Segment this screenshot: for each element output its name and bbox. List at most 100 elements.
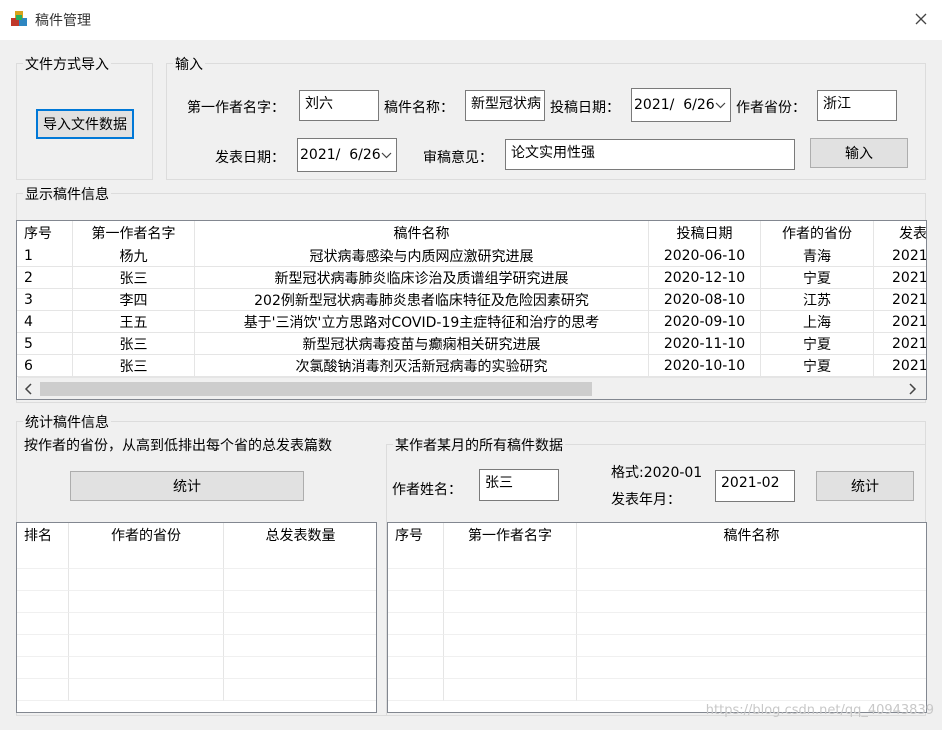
app-cubes-icon bbox=[11, 11, 27, 26]
title-label: 稿件名称： bbox=[384, 100, 454, 116]
cell-province: 宁夏 bbox=[761, 267, 874, 289]
empty-row bbox=[388, 613, 926, 635]
month-articles-grid[interactable]: 序号 第一作者名字 稿件名称 bbox=[387, 522, 927, 713]
province-grid-body bbox=[17, 547, 376, 701]
col-header-province[interactable]: 作者的省份 bbox=[69, 523, 224, 547]
table-row[interactable]: 2 张三 新型冠状病毒肺炎临床诊治及质谱组学研究进展 2020-12-10 宁夏… bbox=[17, 267, 926, 289]
province-stats-grid[interactable]: 排名 作者的省份 总发表数量 bbox=[16, 522, 377, 713]
col-header-rank[interactable]: 排名 bbox=[17, 523, 69, 547]
submit-date-picker[interactable]: 2021/ 6/26 bbox=[631, 88, 731, 122]
import-file-button[interactable]: 导入文件数据 bbox=[36, 109, 134, 139]
province-stats-button[interactable]: 统计 bbox=[70, 471, 304, 501]
format-hint-label: 格式:2020-01 bbox=[611, 465, 703, 481]
cell-author: 张三 bbox=[73, 333, 195, 355]
watermark: https://blog.csdn.net/qq_40943839 bbox=[705, 703, 934, 718]
col-header-title[interactable]: 稿件名称 bbox=[577, 523, 926, 547]
publish-date-value: 2021/ 6/26 bbox=[300, 147, 381, 163]
cell-title: 新型冠状病毒肺炎临床诊治及质谱组学研究进展 bbox=[195, 267, 649, 289]
month-grid-body bbox=[388, 547, 926, 701]
cell-province: 上海 bbox=[761, 311, 874, 333]
input-group-label: 输入 bbox=[173, 54, 205, 74]
publish-month-input[interactable]: 2021-02 bbox=[715, 470, 795, 502]
submit-date-label: 投稿日期： bbox=[550, 100, 620, 116]
cell-index: 5 bbox=[17, 333, 73, 355]
publish-month-label: 发表年月： bbox=[611, 492, 681, 508]
table-row[interactable]: 4 王五 基于'三消饮'立方思路对COVID-19主症特征和治疗的思考 2020… bbox=[17, 311, 926, 333]
scroll-left-icon[interactable] bbox=[23, 383, 35, 395]
chevron-down-icon bbox=[381, 152, 392, 159]
articles-grid-header: 序号 第一作者名字 稿件名称 投稿日期 作者的省份 发表 bbox=[17, 221, 926, 245]
scroll-right-icon[interactable] bbox=[906, 383, 918, 395]
cell-index: 4 bbox=[17, 311, 73, 333]
cell-submit-date: 2020-11-10 bbox=[649, 333, 761, 355]
col-header-title[interactable]: 稿件名称 bbox=[195, 221, 649, 245]
cell-publish: 2021 bbox=[874, 355, 926, 377]
author-label: 第一作者名字： bbox=[187, 100, 285, 116]
title-bar bbox=[0, 0, 942, 40]
col-header-publish[interactable]: 发表 bbox=[874, 221, 926, 245]
empty-row bbox=[388, 569, 926, 591]
scrollbar-thumb[interactable] bbox=[40, 382, 592, 396]
cell-title: 冠状病毒感染与内质网应激研究进展 bbox=[195, 245, 649, 267]
cell-publish: 2021 bbox=[874, 311, 926, 333]
col-header-submit-date[interactable]: 投稿日期 bbox=[649, 221, 761, 245]
col-header-index[interactable]: 序号 bbox=[17, 221, 73, 245]
title-input[interactable]: 新型冠状病 bbox=[465, 90, 545, 121]
cell-publish: 2021 bbox=[874, 245, 926, 267]
cell-submit-date: 2020-06-10 bbox=[649, 245, 761, 267]
cell-author: 张三 bbox=[73, 267, 195, 289]
empty-row bbox=[17, 569, 376, 591]
empty-row bbox=[17, 657, 376, 679]
cell-submit-date: 2020-10-10 bbox=[649, 355, 761, 377]
cell-index: 1 bbox=[17, 245, 73, 267]
author-input[interactable]: 刘六 bbox=[299, 90, 379, 121]
import-group-label: 文件方式导入 bbox=[23, 54, 111, 74]
close-icon[interactable] bbox=[910, 8, 932, 30]
horizontal-scrollbar[interactable] bbox=[18, 377, 926, 399]
table-row[interactable]: 6 张三 次氯酸钠消毒剂灭活新冠病毒的实验研究 2020-10-10 宁夏 20… bbox=[17, 355, 926, 377]
cell-author: 王五 bbox=[73, 311, 195, 333]
cell-publish: 2021 bbox=[874, 267, 926, 289]
month-group-label: 某作者某月的所有稿件数据 bbox=[393, 435, 565, 455]
cell-author: 李四 bbox=[73, 289, 195, 311]
empty-row bbox=[17, 613, 376, 635]
author-name-label: 作者姓名： bbox=[392, 482, 462, 498]
month-stats-button[interactable]: 统计 bbox=[816, 471, 914, 501]
cell-index: 2 bbox=[17, 267, 73, 289]
articles-grid[interactable]: 序号 第一作者名字 稿件名称 投稿日期 作者的省份 发表 1 杨九 冠状病毒感染… bbox=[16, 220, 927, 400]
cell-publish: 2021 bbox=[874, 289, 926, 311]
review-input[interactable]: 论文实用性强 bbox=[505, 139, 795, 170]
month-grid-header: 序号 第一作者名字 稿件名称 bbox=[388, 523, 926, 547]
empty-row bbox=[388, 547, 926, 569]
cell-submit-date: 2020-09-10 bbox=[649, 311, 761, 333]
cell-title: 新型冠状病毒疫苗与癫痫相关研究进展 bbox=[195, 333, 649, 355]
cell-author: 杨九 bbox=[73, 245, 195, 267]
empty-row bbox=[17, 635, 376, 657]
table-row[interactable]: 5 张三 新型冠状病毒疫苗与癫痫相关研究进展 2020-11-10 宁夏 202… bbox=[17, 333, 926, 355]
col-header-total[interactable]: 总发表数量 bbox=[224, 523, 376, 547]
empty-row bbox=[388, 635, 926, 657]
cell-index: 3 bbox=[17, 289, 73, 311]
author-name-input[interactable]: 张三 bbox=[479, 469, 559, 501]
cell-submit-date: 2020-08-10 bbox=[649, 289, 761, 311]
cell-province: 宁夏 bbox=[761, 333, 874, 355]
empty-row bbox=[17, 547, 376, 569]
stats-group-label: 统计稿件信息 bbox=[23, 412, 111, 432]
table-row[interactable]: 3 李四 202例新型冠状病毒肺炎患者临床特征及危险因素研究 2020-08-1… bbox=[17, 289, 926, 311]
input-submit-button[interactable]: 输入 bbox=[810, 138, 908, 168]
col-header-index[interactable]: 序号 bbox=[388, 523, 444, 547]
chevron-down-icon bbox=[715, 102, 726, 109]
province-label: 作者省份： bbox=[736, 100, 806, 116]
cell-province: 青海 bbox=[761, 245, 874, 267]
col-header-author[interactable]: 第一作者名字 bbox=[73, 221, 195, 245]
col-header-province[interactable]: 作者的省份 bbox=[761, 221, 874, 245]
col-header-author[interactable]: 第一作者名字 bbox=[444, 523, 577, 547]
window-title: 稿件管理 bbox=[35, 13, 91, 29]
table-row[interactable]: 1 杨九 冠状病毒感染与内质网应激研究进展 2020-06-10 青海 2021 bbox=[17, 245, 926, 267]
publish-date-label: 发表日期： bbox=[215, 150, 285, 166]
empty-row bbox=[17, 591, 376, 613]
articles-grid-body: 1 杨九 冠状病毒感染与内质网应激研究进展 2020-06-10 青海 2021… bbox=[17, 245, 926, 377]
province-input[interactable]: 浙江 bbox=[817, 90, 897, 121]
review-label: 审稿意见： bbox=[423, 150, 493, 166]
publish-date-picker[interactable]: 2021/ 6/26 bbox=[297, 138, 397, 172]
